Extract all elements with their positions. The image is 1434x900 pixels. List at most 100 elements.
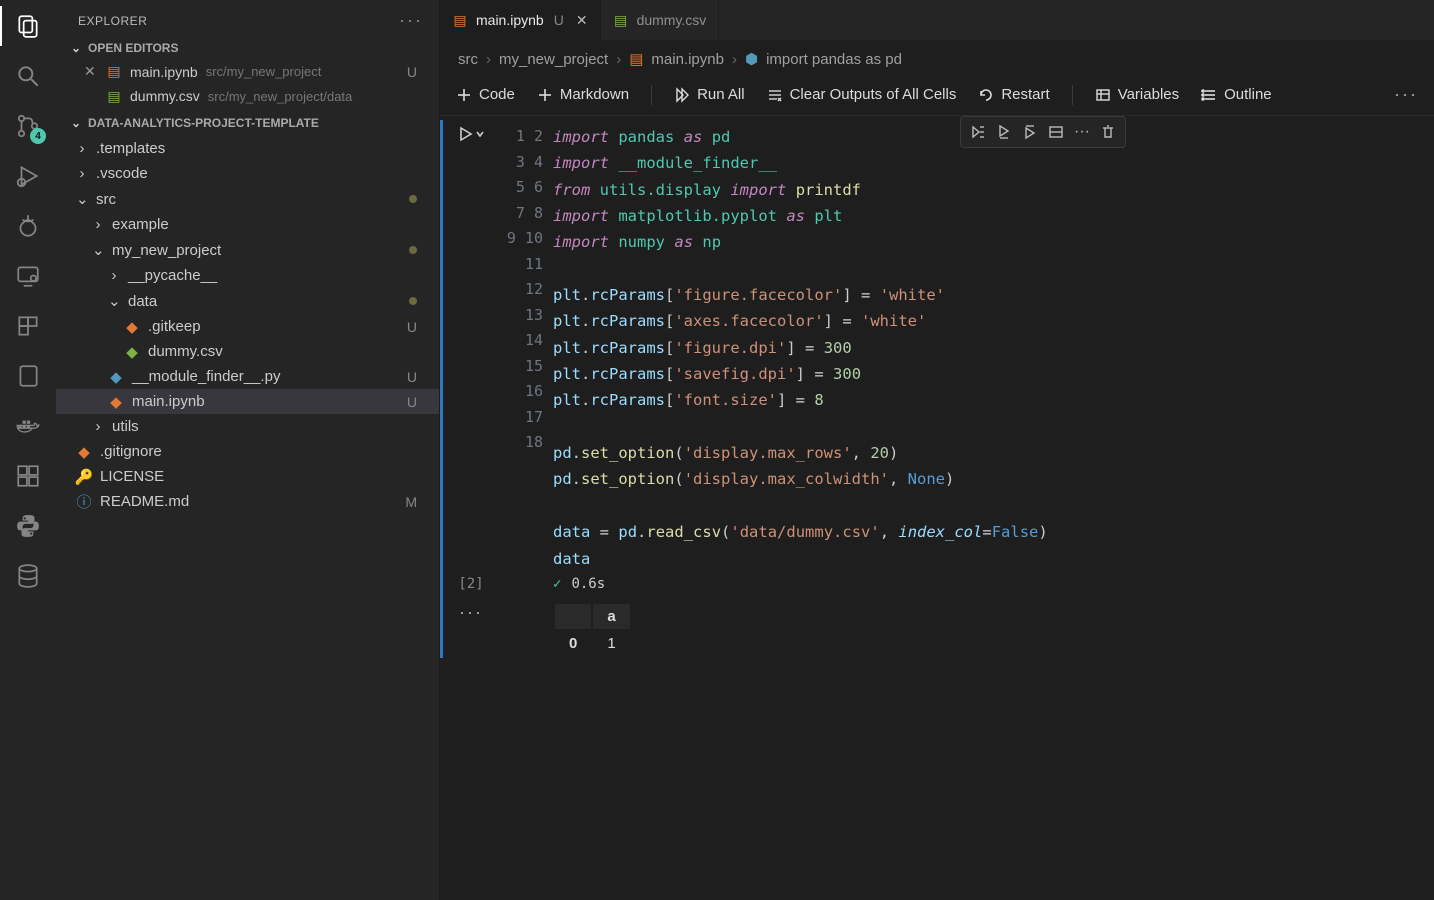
- close-icon[interactable]: ✕: [576, 12, 588, 29]
- testing-icon[interactable]: [12, 210, 44, 242]
- cell-output: ··· a 01: [440, 592, 1434, 658]
- restart-button[interactable]: Restart: [978, 86, 1049, 103]
- breadcrumb-segment[interactable]: import pandas as pd: [766, 51, 902, 68]
- code-cell[interactable]: 1 2 3 4 5 6 7 8 9 10 11 12 13 14 15 16 1…: [440, 120, 1434, 576]
- tree-label: .gitkeep: [148, 318, 201, 335]
- run-debug-icon[interactable]: [12, 160, 44, 192]
- file-row[interactable]: ◆main.ipynbU: [56, 389, 439, 414]
- modified-dot-icon: [409, 246, 417, 254]
- notebook-file-icon: ▤: [629, 50, 643, 68]
- open-editor-row[interactable]: ✕▤main.ipynbsrc/my_new_projectU: [56, 59, 439, 84]
- search-icon[interactable]: [12, 60, 44, 92]
- chevron-down-icon: ⌄: [70, 116, 82, 130]
- clear-outputs-button[interactable]: Clear Outputs of All Cells: [767, 86, 957, 103]
- editor-main: ▤main.ipynbU✕▤dummy.csv src › my_new_pro…: [440, 0, 1434, 900]
- more-cell-actions-icon[interactable]: ···: [1071, 121, 1093, 143]
- output-more-icon[interactable]: ···: [443, 602, 499, 623]
- git-status: U: [407, 319, 431, 335]
- modified-dot-icon: [409, 297, 417, 305]
- folder-row[interactable]: ›.vscode: [56, 161, 439, 186]
- explorer-title: EXPLORER: [78, 14, 147, 28]
- file-row[interactable]: ⓘREADME.mdM: [56, 489, 439, 514]
- chevron-right-icon: ›: [732, 51, 737, 68]
- source-control-icon[interactable]: 4: [12, 110, 44, 142]
- activity-bar: 4: [0, 0, 56, 900]
- execute-above-icon[interactable]: [993, 121, 1015, 143]
- add-markdown-cell-button[interactable]: Markdown: [537, 86, 629, 103]
- folder-row[interactable]: › __pycache__: [56, 263, 439, 288]
- editor-tab[interactable]: ▤main.ipynbU✕: [440, 0, 601, 40]
- open-editor-row[interactable]: ▤dummy.csvsrc/my_new_project/data: [56, 84, 439, 108]
- extensions-stack-icon[interactable]: [12, 310, 44, 342]
- folder-row[interactable]: › .templates: [56, 136, 439, 161]
- breadcrumb-segment[interactable]: src: [458, 51, 478, 68]
- explorer-icon[interactable]: [12, 10, 44, 42]
- tree-label: example: [112, 216, 169, 233]
- explorer-header: EXPLORER ···: [56, 0, 439, 37]
- toolbar-more-icon[interactable]: ···: [1394, 84, 1418, 105]
- chevron-down-icon: ⌄: [108, 292, 120, 310]
- notebook-icon[interactable]: [12, 360, 44, 392]
- folder-row[interactable]: ⌄src: [56, 186, 439, 212]
- tree-label: LICENSE: [100, 468, 164, 485]
- folder-row[interactable]: ›utils: [56, 414, 439, 439]
- open-editors-section[interactable]: ⌄ OPEN EDITORS: [56, 37, 439, 59]
- file-row[interactable]: ◆dummy.csv: [56, 339, 439, 364]
- extensions-icon[interactable]: [12, 460, 44, 492]
- cell-value: 1: [593, 631, 629, 656]
- execute-below-icon[interactable]: [1019, 121, 1041, 143]
- file-icon: ◆: [124, 319, 140, 335]
- close-icon[interactable]: ✕: [84, 63, 98, 80]
- execution-count: [2]: [443, 576, 499, 592]
- outline-button[interactable]: Outline: [1201, 86, 1272, 103]
- chevron-right-icon: ›: [76, 140, 88, 157]
- toolbar-divider: [1072, 85, 1073, 105]
- editor-tab[interactable]: ▤dummy.csv: [601, 0, 720, 40]
- git-status: M: [405, 494, 431, 510]
- run-by-line-icon[interactable]: [967, 121, 989, 143]
- python-icon: ⬢: [745, 50, 758, 68]
- tree-label: main.ipynb: [132, 393, 205, 410]
- project-label: DATA-ANALYTICS-PROJECT-TEMPLATE: [88, 116, 319, 130]
- tree-label: .templates: [96, 140, 165, 157]
- database-icon[interactable]: [12, 560, 44, 592]
- chevron-down-icon: ⌄: [92, 241, 104, 259]
- tree-label: __pycache__: [128, 267, 217, 284]
- run-all-button[interactable]: Run All: [674, 86, 745, 103]
- tab-label: main.ipynb: [476, 12, 544, 28]
- tree-label: data: [128, 293, 157, 310]
- notebook-toolbar: Code Markdown Run All Clear Outputs of A…: [440, 78, 1434, 116]
- folder-row[interactable]: ›example: [56, 212, 439, 237]
- folder-row[interactable]: ⌄ data: [56, 288, 439, 314]
- file-path: src/my_new_project/data: [208, 89, 353, 104]
- source-control-badge: 4: [30, 128, 46, 144]
- toolbar-divider: [651, 85, 652, 105]
- open-editors-label: OPEN EDITORS: [88, 41, 178, 55]
- breadcrumb-segment[interactable]: my_new_project: [499, 51, 608, 68]
- run-cell-button[interactable]: [457, 126, 485, 142]
- split-cell-icon[interactable]: [1045, 121, 1067, 143]
- code-content[interactable]: import pandas as pd import __module_find…: [553, 120, 1434, 576]
- folder-row[interactable]: ⌄my_new_project: [56, 237, 439, 263]
- project-section[interactable]: ⌄ DATA-ANALYTICS-PROJECT-TEMPLATE: [56, 112, 439, 134]
- file-row[interactable]: ◆ .gitkeep U: [56, 314, 439, 339]
- file-icon: ▤: [613, 12, 629, 28]
- editor-tabs: ▤main.ipynbU✕▤dummy.csv: [440, 0, 1434, 40]
- remote-explorer-icon[interactable]: [12, 260, 44, 292]
- explorer-more-icon[interactable]: ···: [399, 10, 423, 31]
- chevron-right-icon: ›: [108, 267, 120, 284]
- python-icon[interactable]: [12, 510, 44, 542]
- file-icon: ▤: [106, 64, 122, 80]
- file-row[interactable]: ◆.gitignore: [56, 439, 439, 464]
- variables-button[interactable]: Variables: [1095, 86, 1179, 103]
- file-row[interactable]: ◆__module_finder__.pyU: [56, 364, 439, 389]
- modified-dot-icon: [409, 195, 417, 203]
- tree-label: README.md: [100, 493, 189, 510]
- add-code-cell-button[interactable]: Code: [456, 86, 515, 103]
- file-icon: ▤: [106, 88, 122, 104]
- docker-icon[interactable]: [12, 410, 44, 442]
- delete-cell-icon[interactable]: [1097, 121, 1119, 143]
- breadcrumb[interactable]: src › my_new_project › ▤ main.ipynb › ⬢ …: [440, 40, 1434, 78]
- breadcrumb-segment[interactable]: main.ipynb: [651, 51, 724, 68]
- file-row[interactable]: 🔑LICENSE: [56, 464, 439, 489]
